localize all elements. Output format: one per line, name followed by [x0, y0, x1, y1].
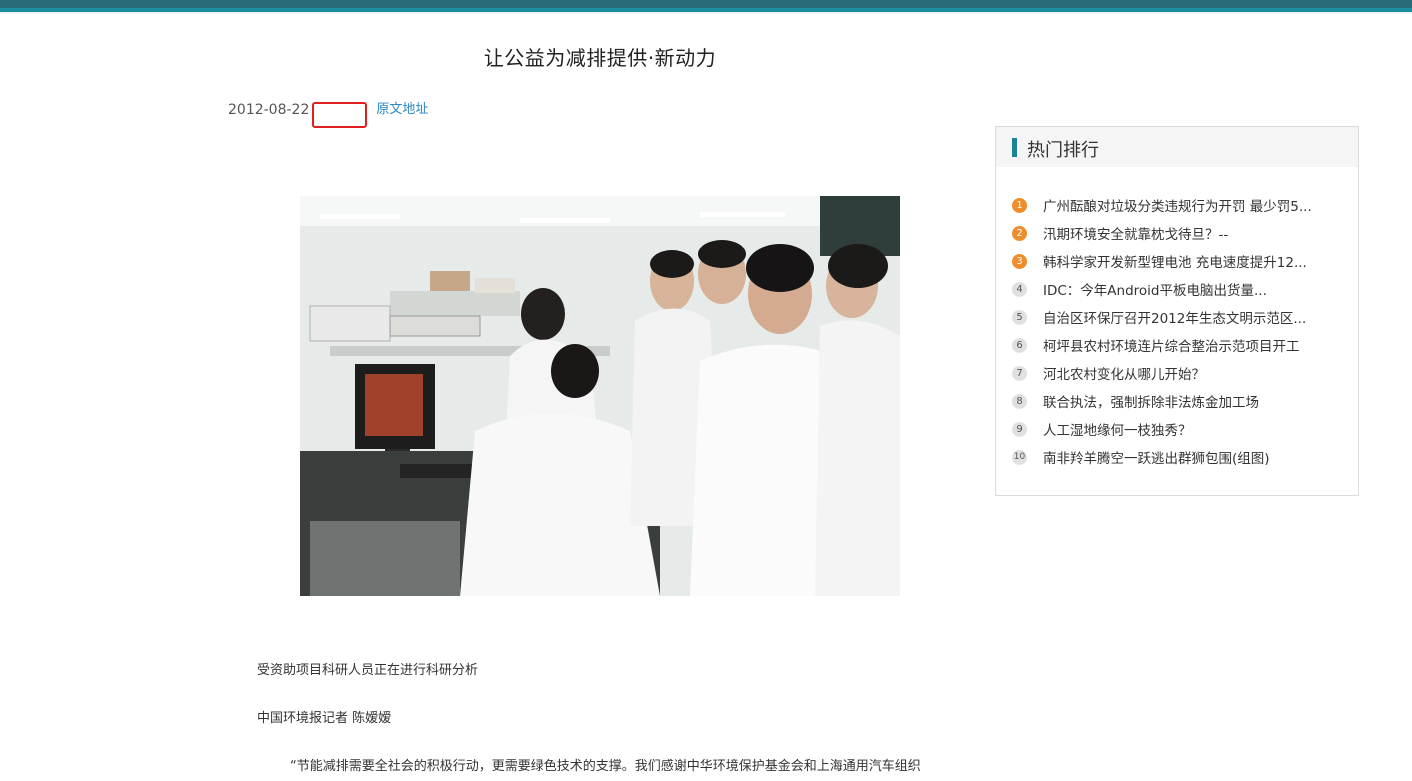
hot-ranking-list: 1 广州酝酿对垃圾分类违规行为开罚 最少罚5... 2 汛期环境安全就靠枕戈待旦？-…	[1012, 191, 1342, 471]
article-title: 让公益为减排提供·新动力	[483, 46, 717, 70]
accent-bar	[1012, 138, 1017, 157]
list-item[interactable]: 7 河北农村变化从哪儿开始？	[1012, 359, 1342, 387]
rank-badge: 2	[1012, 225, 1027, 241]
article-photo	[300, 196, 900, 596]
rank-badge: 9	[1012, 421, 1027, 437]
source-name-box	[312, 102, 368, 128]
hot-ranking-panel: 热门排行 1 广州酝酿对垃圾分类违规行为开罚 最少罚5... 2 汛期环境安全就靠枕…	[995, 126, 1359, 496]
ranking-link[interactable]: 南非羚羊腾空一跃逃出群狮包围(组图)	[1043, 447, 1270, 467]
list-item[interactable]: 6 柯坪县农村环境连片综合整治示范项目开工	[1012, 331, 1342, 359]
list-item[interactable]: 3 韩科学家开发新型锂电池 充电速度提升12...	[1012, 247, 1342, 275]
ranking-link[interactable]: 自治区环保厅召开2012年生态文明示范区...	[1043, 307, 1306, 327]
list-item[interactable]: 2 汛期环境安全就靠枕戈待旦？--	[1012, 219, 1342, 247]
rank-badge: 3	[1012, 253, 1027, 269]
list-item[interactable]: 1 广州酝酿对垃圾分类违规行为开罚 最少罚5...	[1012, 191, 1342, 219]
list-item[interactable]: 9 人工湿地缘何一枝独秀？	[1012, 415, 1342, 443]
hot-ranking-header: 热门排行	[996, 127, 1358, 167]
ranking-link[interactable]: 汛期环境安全就靠枕戈待旦？--	[1043, 223, 1228, 243]
list-item[interactable]: 10 南非羚羊腾空一跃逃出群狮包围(组图)	[1012, 443, 1342, 471]
ranking-link[interactable]: 联合执法，强制拆除非法炼金加工场	[1043, 391, 1259, 411]
hot-ranking-title: 热门排行	[1027, 140, 1099, 161]
rank-badge: 5	[1012, 309, 1027, 325]
top-banner-bar	[0, 0, 1412, 15]
ranking-link[interactable]: IDC：今年Android平板电脑出货量...	[1043, 279, 1267, 299]
ranking-link[interactable]: 河北农村变化从哪儿开始？	[1043, 363, 1205, 383]
photo-caption: 受资助项目科研人员正在进行科研分析	[257, 663, 479, 678]
publish-date: 2012-08-22	[228, 102, 310, 118]
rank-badge: 8	[1012, 393, 1027, 409]
rank-badge: 6	[1012, 337, 1027, 353]
list-item[interactable]: 8 联合执法，强制拆除非法炼金加工场	[1012, 387, 1342, 415]
article-paragraph: “节能减排需要全社会的积极行动，更需要绿色技术的支撑。我们感谢中华环境保护基金会…	[290, 759, 921, 774]
rank-badge: 1	[1012, 197, 1027, 213]
reporter-line: 中国环境报记者 陈嫒嫒	[257, 711, 392, 726]
ranking-link[interactable]: 人工湿地缘何一枝独秀？	[1043, 419, 1192, 439]
ranking-link[interactable]: 柯坪县农村环境连片综合整治示范项目开工	[1043, 335, 1300, 355]
list-item[interactable]: 5 自治区环保厅召开2012年生态文明示范区...	[1012, 303, 1342, 331]
ranking-link[interactable]: 广州酝酿对垃圾分类违规行为开罚 最少罚5...	[1043, 195, 1312, 215]
original-url-link[interactable]: 原文地址	[376, 100, 428, 120]
rank-badge: 10	[1012, 449, 1027, 465]
article-meta: 2012-08-22 原文地址	[228, 100, 428, 128]
rank-badge: 4	[1012, 281, 1027, 297]
rank-badge: 7	[1012, 365, 1027, 381]
ranking-link[interactable]: 韩科学家开发新型锂电池 充电速度提升12...	[1043, 251, 1307, 271]
list-item[interactable]: 4 IDC：今年Android平板电脑出货量...	[1012, 275, 1342, 303]
